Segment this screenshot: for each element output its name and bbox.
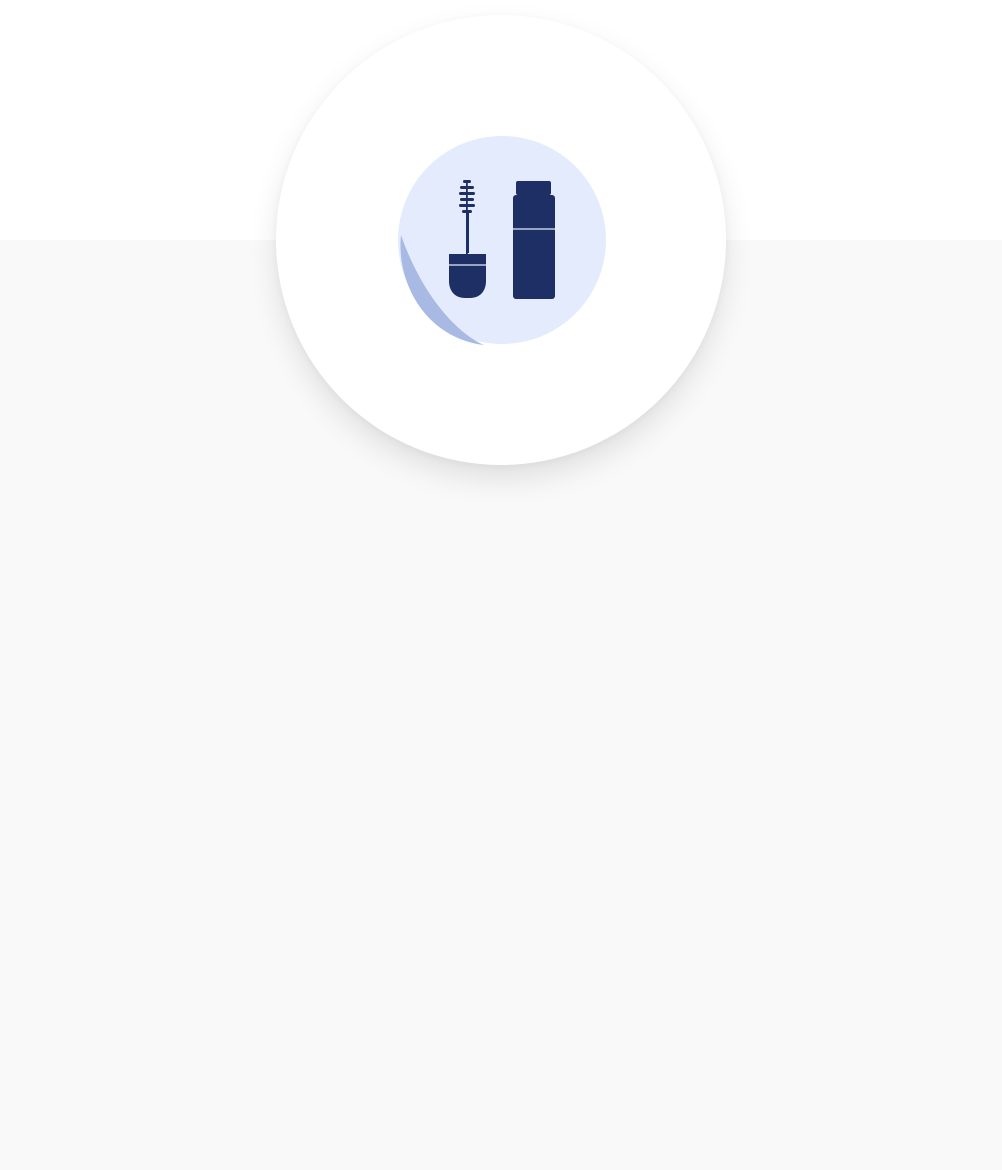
mascara-icon	[396, 133, 608, 347]
mascara-tube	[513, 181, 555, 299]
product-badge	[276, 15, 726, 465]
